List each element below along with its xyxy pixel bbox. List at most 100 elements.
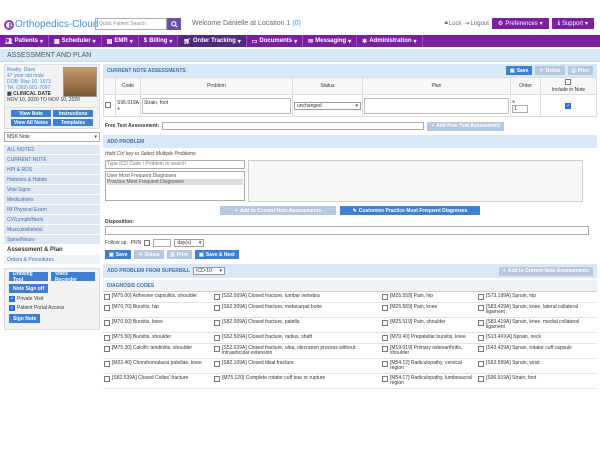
search-button[interactable] <box>167 18 181 30</box>
diagnosis-checkbox[interactable] <box>382 376 388 382</box>
order-input[interactable]: 1 <box>511 104 528 113</box>
plan-textarea[interactable] <box>363 97 509 114</box>
diagnosis-checkbox[interactable] <box>478 361 484 367</box>
diagnosis-code-item[interactable]: [S82.539A] Closed Colles' fracture <box>103 374 213 389</box>
delete-button[interactable]: ✕ Delete <box>134 250 164 259</box>
sidebar-item-spine-neuro[interactable]: Spine/Neuro <box>4 235 100 245</box>
save-button[interactable]: ▣ Save <box>105 250 132 259</box>
status-select[interactable]: unchanged ▾ <box>293 101 361 110</box>
nav-billing[interactable]: $ Billing ▾ <box>139 35 179 47</box>
problem-results-box[interactable] <box>248 160 583 202</box>
diagnosis-code-item[interactable]: [M70.70] Bursitis, hip <box>103 303 213 318</box>
diagnosis-code-item[interactable]: [S63.599A] Sprain, wrist <box>477 359 597 374</box>
diagnosis-checkbox[interactable] <box>104 335 110 341</box>
diagnosis-checkbox[interactable] <box>382 335 388 341</box>
lock-link[interactable]: 🔒︎ Lock <box>445 20 462 27</box>
sidebar-item-orders[interactable]: Orders & Procedures <box>4 255 100 265</box>
preferences-button[interactable]: ⚙ Preferences ▾ <box>491 18 549 29</box>
diagnosis-code-item[interactable]: [S62.309A] Closed fracture, metacarpal b… <box>213 303 381 318</box>
template-select[interactable]: MSK Note ▾ <box>4 132 100 142</box>
diagnosis-code-item[interactable]: [M75.120] Complete rotator cuff tear or … <box>213 374 381 389</box>
diagnosis-checkbox[interactable] <box>214 335 220 341</box>
nav-documents[interactable]: ▭ Documents ▾ <box>247 35 304 47</box>
free-text-input[interactable] <box>162 122 425 130</box>
diagnosis-checkbox[interactable] <box>478 346 484 352</box>
diagnosis-code-item[interactable]: [S83.429A] Sprain, knee, lateral collate… <box>477 303 597 318</box>
diagnosis-code-item[interactable]: [M25.559] Pain, hip <box>381 292 477 303</box>
list-item[interactable]: Practice Most Frequent Diagnoses <box>107 179 243 185</box>
diagnosis-code-item[interactable]: [S73.199A] Sprain, hip <box>477 292 597 303</box>
view-all-notes-button[interactable]: View All Notes <box>11 119 51 126</box>
diagnosis-checkbox[interactable] <box>214 361 220 367</box>
diagnosis-checkbox[interactable] <box>214 376 220 382</box>
diagnosis-checkbox[interactable] <box>478 335 484 341</box>
diagnosis-checkbox[interactable] <box>214 305 220 311</box>
sidebar-item-vital-signs[interactable]: Vital Signs <box>4 185 100 195</box>
diagnosis-checkbox[interactable] <box>104 346 110 352</box>
delete-button[interactable]: ✕ Delete <box>535 66 565 75</box>
diagnosis-code-item[interactable]: [M22.40] Chondromalacia patellae, knee <box>103 359 213 374</box>
patient-portal-checkbox[interactable]: ✓ <box>9 305 15 311</box>
sidebar-item-all-notes[interactable]: ALL NOTES <box>4 145 100 155</box>
diagnosis-code-item[interactable]: [S82.009A] Closed fracture, patella <box>213 318 381 333</box>
diagnosis-checkbox[interactable] <box>478 376 484 382</box>
diagnosis-code-item[interactable]: [S96.919A] Strain, foot <box>477 374 597 389</box>
diagnosis-checkbox[interactable] <box>478 320 484 326</box>
sidebar-item-current-note[interactable]: CURRENT NOTE <box>4 155 100 165</box>
diagnosis-code-item[interactable]: [S52.509A] Closed fracture, radius, shaf… <box>213 333 381 344</box>
nav-order-tracking[interactable]: 🛒︎ Order Tracking ▾ <box>178 35 247 47</box>
print-button[interactable]: ⎙ Print <box>166 250 193 259</box>
problem-search-input[interactable]: Type ICD Code / Problem to search <box>105 160 245 169</box>
sign-note-button[interactable]: Sign Note <box>9 314 41 323</box>
diagnosis-checkbox[interactable] <box>214 294 220 300</box>
nav-administration[interactable]: ✱ Administration ▾ <box>357 35 423 47</box>
print-button[interactable]: ⎙ Print <box>567 66 593 75</box>
include-all-checkbox[interactable] <box>565 79 572 85</box>
diagnosis-checkbox[interactable] <box>104 361 110 367</box>
quick-patient-search-input[interactable]: Quick Patient Search <box>95 18 167 30</box>
diagnosis-code-item[interactable]: [M54.17] Radiculopathy, lumbosacral regi… <box>381 374 477 389</box>
diagnosis-code-item[interactable]: [M54.12] Radiculopathy, cervical region <box>381 359 477 374</box>
problem-textarea[interactable]: Strain, foot <box>141 97 291 114</box>
diagnosis-code-item[interactable]: [M19.019] Primary osteoarthritis, should… <box>381 344 477 359</box>
sidebar-item-medications[interactable]: Medications <box>4 195 100 205</box>
messages-count-link[interactable]: (0) <box>292 20 301 27</box>
diagnosis-code-item[interactable]: [S82.109A] Closed tibial fracture <box>213 359 381 374</box>
logout-link[interactable]: ⇥ Logout <box>465 20 489 28</box>
diagnosis-code-item[interactable]: [S32.009A] Closed fracture, lumbar verte… <box>213 292 381 303</box>
sidebar-item-cv-lymph[interactable]: CV/Lymph/Neck <box>4 215 100 225</box>
add-free-text-button[interactable]: + Add Free Text Assessment <box>427 121 504 131</box>
diagnosis-checkbox[interactable] <box>382 305 388 311</box>
diagnosis-checkbox[interactable] <box>104 320 110 326</box>
diagnosis-checkbox[interactable] <box>382 320 388 326</box>
row-checkbox[interactable] <box>105 101 111 108</box>
diagnosis-code-item[interactable]: [M70.50] Bursitis, knee <box>103 318 213 333</box>
save-next-button[interactable]: ▣ Save & Next <box>195 250 239 259</box>
follow-up-number-input[interactable] <box>153 239 172 247</box>
diagnosis-code-item[interactable]: [M70.40] Prepatellar bursitis, knee <box>381 333 477 344</box>
nav-emr[interactable]: ▤ EMR ▾ <box>102 35 139 47</box>
diagnosis-checkbox[interactable] <box>104 376 110 382</box>
sidebar-item-hpi-ros[interactable]: HPI & ROS <box>4 165 100 175</box>
support-button[interactable]: ℹ Support ▾ <box>551 18 594 29</box>
nav-messaging[interactable]: ✉ Messaging ▾ <box>303 35 358 47</box>
add-to-current-note-button[interactable]: + Add to Current Note Assessments <box>220 206 336 215</box>
diagnosis-checkbox[interactable] <box>478 305 484 311</box>
diagnosis-checkbox[interactable] <box>104 305 110 311</box>
follow-up-unit-select[interactable]: day(s) ▾ <box>174 239 205 247</box>
nav-scheduler[interactable]: ▦ Scheduler ▾ <box>49 35 102 47</box>
diagnosis-checkbox[interactable] <box>478 294 484 300</box>
customize-diagnoses-button[interactable]: ✎ Customize Practice Most Frequent Diagno… <box>340 206 480 215</box>
diagnosis-code-item[interactable]: [M75.00] Adhesive capsulitis, shoulder <box>103 292 213 303</box>
nav-patients[interactable]: 👥︎ Patients ▾ <box>0 35 49 47</box>
problem-listbox[interactable]: User Most Frequent Diagnoses Practice Mo… <box>105 171 245 201</box>
diagnosis-code-item[interactable]: [M25.519] Pain, shoulder <box>381 318 477 333</box>
diagnosis-code-item[interactable]: [S13.4XXA] Sprain, neck <box>477 333 597 344</box>
templates-button[interactable]: Templates <box>53 119 93 126</box>
diagnosis-checkbox[interactable] <box>382 361 388 367</box>
code-system-select[interactable]: ICD-10 ▾ <box>193 267 226 275</box>
include-checkbox[interactable]: ✓ <box>565 102 572 109</box>
diagnosis-code-item[interactable]: [M75.30] Calcific tendinitis, shoulder <box>103 344 213 359</box>
private-visit-checkbox[interactable]: ✓ <box>9 296 15 302</box>
diagnosis-code-item[interactable]: [M25.569] Pain, knee <box>381 303 477 318</box>
